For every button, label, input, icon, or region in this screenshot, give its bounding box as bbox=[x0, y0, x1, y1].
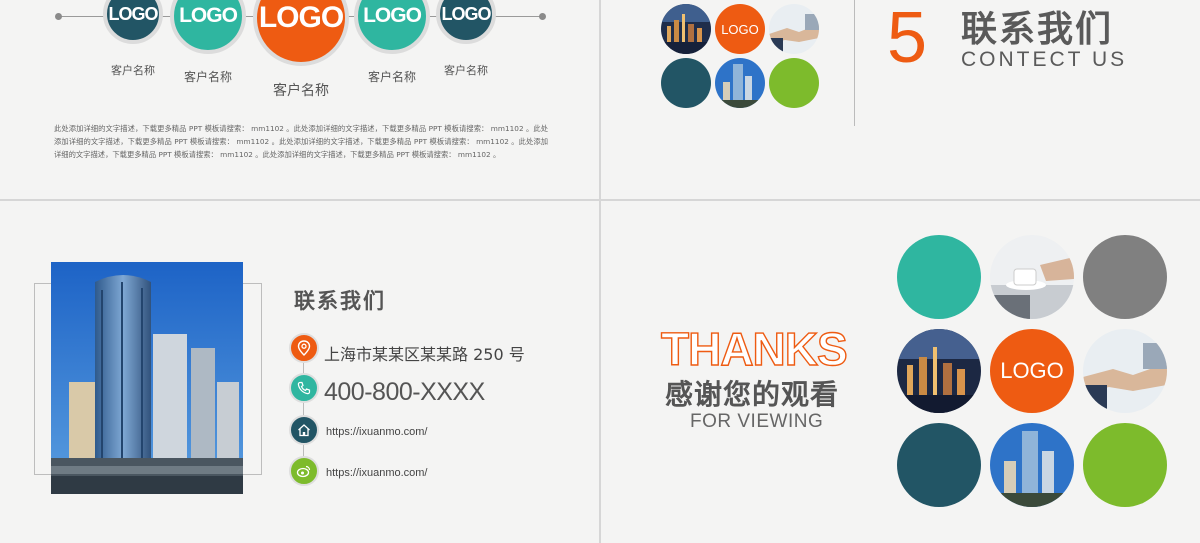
gray-circle bbox=[1083, 235, 1167, 319]
green-circle-large bbox=[1083, 423, 1167, 507]
line-end-dot bbox=[55, 13, 62, 20]
location-pin-icon bbox=[289, 333, 319, 363]
slide-client-logos[interactable]: LOGO LOGO LOGO LOGO LOGO 客户名称 客户名称 客户名称 … bbox=[0, 0, 599, 199]
slide-thanks[interactable]: THANKS 感谢您的观看 FOR VIEWING LOGO bbox=[601, 201, 1200, 543]
teal-circle bbox=[897, 235, 981, 319]
green-circle bbox=[769, 58, 819, 108]
logo-circle-large: LOGO bbox=[990, 329, 1074, 413]
handshake-photo bbox=[769, 4, 819, 54]
divider-line bbox=[854, 0, 855, 126]
weibo-icon bbox=[289, 456, 319, 486]
description-paragraph: 此处添加详细的文字描述，下载更多精品 PPT 模板请搜索： mm1102 。此处… bbox=[54, 124, 548, 159]
address-text: 上海市某某区某某路 250 号 bbox=[324, 345, 525, 364]
client-logo-4: LOGO bbox=[354, 0, 430, 54]
website-link[interactable]: https://ixuanmo.com/ bbox=[326, 426, 428, 438]
slide-contact-details[interactable]: 联系我们 上海市某某区某某路 250 号 400-800-XXXX https:… bbox=[0, 201, 599, 543]
contact-title: 联系我们 bbox=[294, 289, 386, 313]
client-name-4: 客户名称 bbox=[367, 70, 416, 84]
city-night-photo-large bbox=[897, 329, 981, 413]
dark-teal-circle-large bbox=[897, 423, 981, 507]
client-logo-5: LOGO bbox=[436, 0, 496, 44]
thanks-en-text: FOR VIEWING bbox=[690, 411, 824, 432]
section-title-en: CONTECT US bbox=[961, 48, 1128, 71]
phone-icon bbox=[289, 373, 319, 403]
client-name-1: 客户名称 bbox=[111, 64, 155, 77]
building-photo bbox=[51, 262, 243, 494]
client-logo-2: LOGO bbox=[170, 0, 246, 54]
coffee-photo bbox=[990, 235, 1074, 319]
client-name-3: 客户名称 bbox=[273, 83, 329, 99]
slide-contact-section-title[interactable]: LOGO 5 联系我们 CONTECT US bbox=[601, 0, 1200, 199]
weibo-link[interactable]: https://ixuanmo.com/ bbox=[326, 467, 428, 479]
phone-number: 400-800-XXXX bbox=[324, 378, 485, 406]
client-logo-1: LOGO bbox=[103, 0, 163, 44]
handshake-photo-large bbox=[1083, 329, 1167, 413]
section-title-cn: 联系我们 bbox=[961, 9, 1114, 50]
thanks-heading: THANKS bbox=[660, 323, 848, 375]
client-name-5: 客户名称 bbox=[444, 64, 488, 77]
thanks-cn-text: 感谢您的观看 bbox=[665, 378, 840, 411]
logo-circle: LOGO bbox=[715, 4, 765, 54]
home-icon bbox=[289, 415, 319, 445]
building-photo-small bbox=[715, 58, 765, 108]
dark-teal-circle bbox=[661, 58, 711, 108]
line-end-dot bbox=[539, 13, 546, 20]
client-logo-3: LOGO bbox=[253, 0, 349, 66]
client-name-2: 客户名称 bbox=[183, 70, 232, 84]
section-number: 5 bbox=[887, 0, 928, 78]
city-night-photo bbox=[661, 4, 711, 54]
building-photo-large bbox=[990, 423, 1074, 507]
